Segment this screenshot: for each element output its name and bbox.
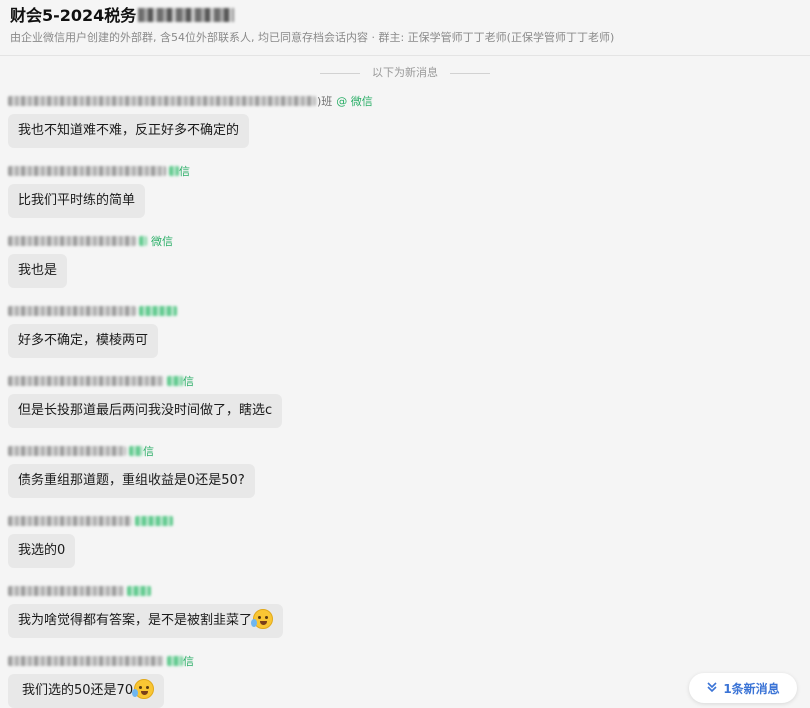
new-messages-button[interactable]: 1条新消息: [689, 673, 797, 703]
redacted-sender-name: [8, 586, 124, 596]
message-item: )班 @ 微信 我也不知道难不难，反正好多不确定的: [8, 94, 373, 148]
emoji-tear: [132, 689, 139, 697]
sender-source-label: 信: [183, 375, 194, 388]
message-item: 我为啥觉得都有答案，是不是被割韭菜了: [8, 584, 284, 638]
message-text: 我为啥觉得都有答案，是不是被割韭菜了: [18, 613, 253, 628]
message-bubble[interactable]: 但是长投那道最后两问我没时间做了，瞎选c: [8, 394, 283, 428]
message-bubble[interactable]: 我也是: [8, 254, 68, 288]
message-item: 我选的0: [8, 514, 173, 568]
sender-suffix: )班: [317, 95, 333, 108]
sender-source-label: 信: [183, 655, 194, 668]
message-bubble[interactable]: 我选的0: [8, 534, 76, 568]
sender-line: )班 @ 微信: [8, 94, 373, 108]
redacted-sender-name: [8, 656, 164, 666]
message-item: 微信 我也是: [8, 234, 173, 288]
sender-line: 微信: [8, 234, 173, 248]
message-item: 信 但是长投那道最后两问我没时间做了，瞎选c: [8, 374, 283, 428]
redacted-source: [139, 236, 147, 246]
message-item: 信 我们选的50还是70: [8, 654, 194, 708]
divider-label: 以下为新消息: [372, 66, 438, 79]
group-title-text: 财会5-2024税务: [10, 6, 137, 25]
message-bubble[interactable]: 我为啥觉得都有答案，是不是被割韭菜了: [8, 604, 284, 638]
redacted-sender-name: [8, 236, 136, 246]
chat-header: 财会5-2024税务 由企业微信用户创建的外部群, 含54位外部联系人, 均已同…: [0, 0, 810, 56]
group-subtitle: 由企业微信用户创建的外部群, 含54位外部联系人, 均已同意存档会话内容 · 群…: [10, 31, 615, 44]
double-chevron-down-icon: [706, 681, 718, 696]
sender-line: 信: [8, 374, 282, 388]
message-item: 信 债务重组那道题，重组收益是0还是50?: [8, 444, 255, 498]
redacted-source: [167, 656, 183, 666]
message-bubble[interactable]: 我也不知道难不难，反正好多不确定的: [8, 114, 250, 148]
sender-source-label: @ 微信: [336, 95, 373, 108]
emoji-tear: [251, 619, 258, 627]
sender-line: 信: [8, 654, 194, 668]
new-messages-label: 1条新消息: [723, 681, 780, 696]
new-messages-divider: 以下为新消息: [0, 64, 810, 82]
redacted-source: [167, 376, 183, 386]
group-title[interactable]: 财会5-2024税务: [10, 5, 235, 27]
sender-line: 信: [8, 444, 255, 458]
redacted-source: [135, 516, 173, 526]
sender-source-label: 微信: [151, 235, 173, 248]
sender-line: [8, 514, 173, 528]
redacted-sender-name: [8, 376, 164, 386]
divider-line-left: [320, 72, 360, 74]
message-item: 信 比我们平时练的简单: [8, 164, 190, 218]
sender-line: [8, 304, 177, 318]
crying-laughing-emoji-icon: [251, 609, 274, 629]
divider-line-right: [450, 72, 490, 74]
redacted-source: [139, 306, 177, 316]
redacted-source: [129, 446, 143, 456]
sender-source-label: 信: [143, 445, 154, 458]
sender-line: 信: [8, 164, 190, 178]
redacted-sender-name: [8, 96, 316, 106]
crying-laughing-emoji-icon: [132, 679, 155, 699]
message-bubble[interactable]: 比我们平时练的简单: [8, 184, 146, 218]
redacted-sender-name: [8, 166, 166, 176]
message-text: 我们选的50还是70: [22, 683, 134, 698]
sender-line: [8, 584, 283, 598]
redacted-source: [169, 166, 179, 176]
sender-source-label: 信: [179, 165, 190, 178]
redacted-sender-name: [8, 306, 136, 316]
redacted-sender-name: [8, 516, 132, 526]
message-bubble[interactable]: 好多不确定，模棱两可: [8, 324, 159, 358]
message-bubble[interactable]: 我们选的50还是70: [8, 674, 165, 708]
message-item: 好多不确定，模棱两可: [8, 304, 177, 358]
message-bubble[interactable]: 债务重组那道题，重组收益是0还是50?: [8, 464, 255, 498]
redacted-source: [127, 586, 151, 596]
redacted-sender-name: [8, 446, 126, 456]
redacted-title-block: [138, 8, 235, 22]
